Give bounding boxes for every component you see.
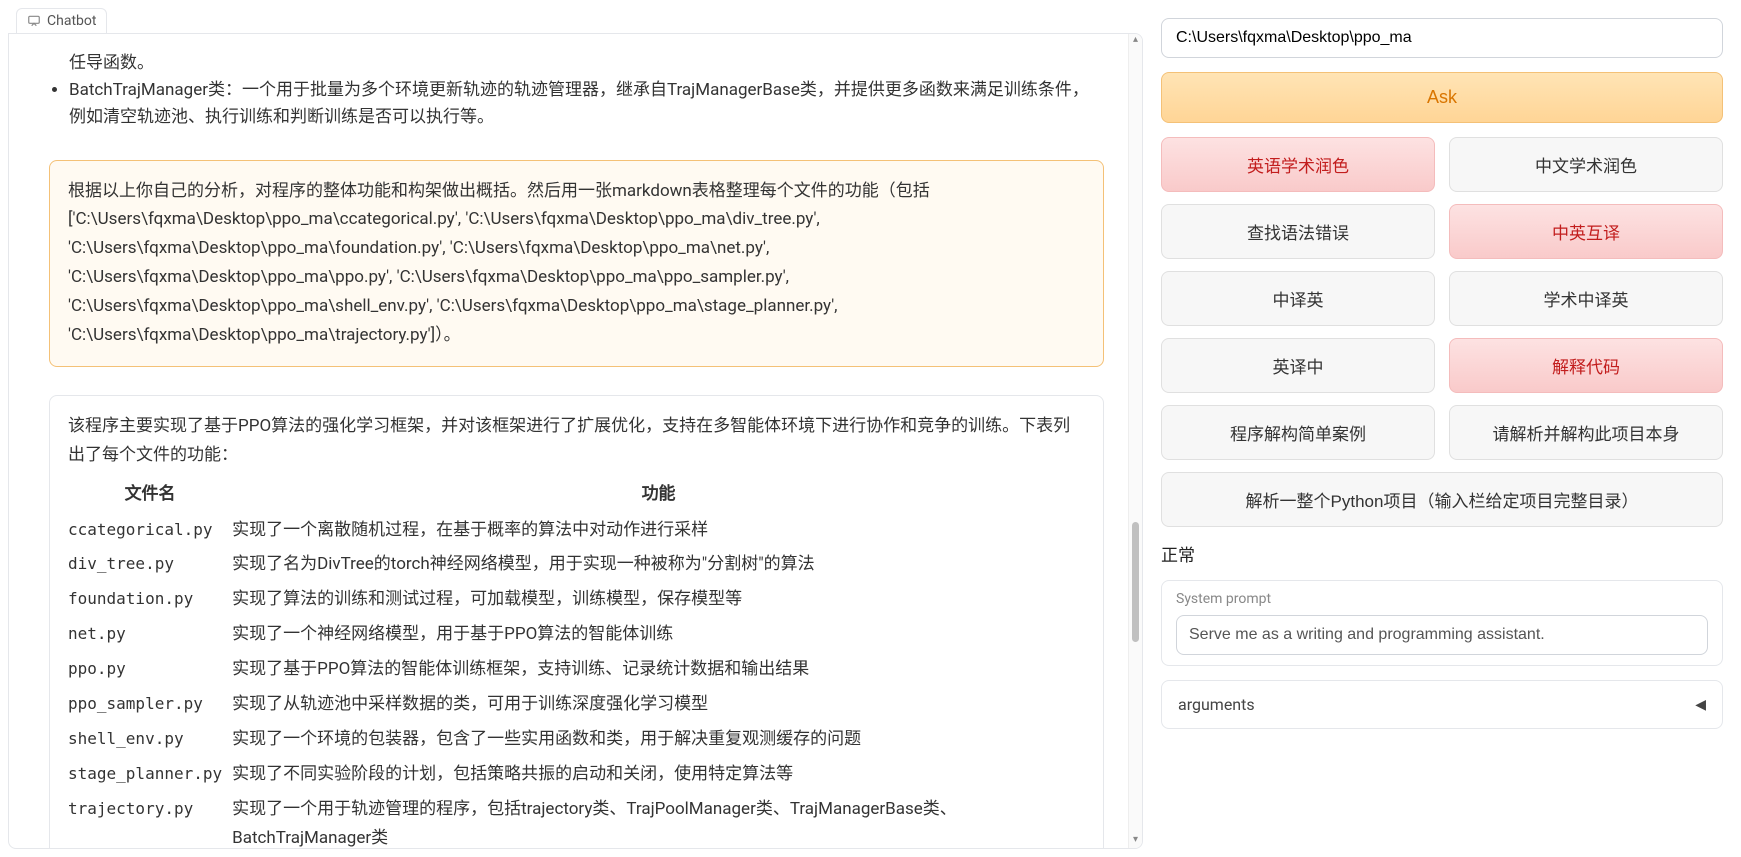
file-name-cell: ccategorical.py	[68, 513, 232, 548]
bullet-item: BatchTrajManager类：一个用于批量为多个环境更新轨迹的轨迹管理器，…	[69, 77, 1104, 131]
file-name-cell: net.py	[68, 617, 232, 652]
ask-button[interactable]: Ask	[1161, 72, 1723, 123]
scrollbar[interactable]: ▴ ▾	[1128, 34, 1142, 848]
file-desc-cell: 实现了从轨迹池中采样数据的类，可用于训练深度强化学习模型	[232, 687, 1085, 722]
system-prompt-input[interactable]	[1176, 615, 1708, 655]
file-desc-cell: 实现了一个神经网络模型，用于基于PPO算法的智能体训练	[232, 617, 1085, 652]
tab-chatbot[interactable]: Chatbot	[16, 8, 107, 34]
chat-container: 任导函数。 BatchTrajManager类：一个用于批量为多个环境更新轨迹的…	[8, 33, 1143, 849]
table-row: div_tree.py实现了名为DivTree的torch神经网络模型，用于实现…	[68, 547, 1085, 582]
arguments-label: arguments	[1178, 695, 1255, 714]
file-desc-cell: 实现了名为DivTree的torch神经网络模型，用于实现一种被称为"分割树"的…	[232, 547, 1085, 582]
parse-project-button[interactable]: 解析一整个Python项目（输入栏给定项目完整目录）	[1161, 472, 1723, 527]
right-pane: Ask 英语学术润色中文学术润色查找语法错误中英互译中译英学术中译英英译中解释代…	[1151, 0, 1741, 857]
file-name-cell: foundation.py	[68, 582, 232, 617]
file-desc-cell: 实现了不同实验阶段的计划，包括策略共振的启动和关闭，使用特定算法等	[232, 757, 1085, 792]
table-row: stage_planner.py实现了不同实验阶段的计划，包括策略共振的启动和关…	[68, 757, 1085, 792]
file-desc-cell: 实现了基于PPO算法的智能体训练框架，支持训练、记录统计数据和输出结果	[232, 652, 1085, 687]
table-row: trajectory.py实现了一个用于轨迹管理的程序，包括trajectory…	[68, 792, 1085, 848]
file-name-cell: div_tree.py	[68, 547, 232, 582]
arguments-toggle[interactable]: arguments ◀	[1161, 680, 1723, 729]
file-desc-cell: 实现了一个用于轨迹管理的程序，包括trajectory类、TrajPoolMan…	[232, 792, 1085, 848]
system-prompt-label: System prompt	[1176, 591, 1708, 607]
file-table: 文件名功能 ccategorical.py实现了一个离散随机过程，在基于概率的算…	[68, 476, 1085, 848]
path-input[interactable]	[1161, 18, 1723, 58]
user-message: 根据以上你自己的分析，对程序的整体功能和构架做出概括。然后用一张markdown…	[49, 160, 1104, 367]
function-button-0[interactable]: 英语学术润色	[1161, 137, 1435, 192]
function-button-8[interactable]: 程序解构简单案例	[1161, 405, 1435, 460]
tab-label: Chatbot	[47, 13, 96, 29]
chat-icon	[27, 14, 41, 28]
table-header: 功能	[232, 476, 1085, 513]
file-name-cell: shell_env.py	[68, 722, 232, 757]
function-button-6[interactable]: 英译中	[1161, 338, 1435, 393]
function-button-grid: 英语学术润色中文学术润色查找语法错误中英互译中译英学术中译英英译中解释代码程序解…	[1161, 137, 1723, 527]
function-button-2[interactable]: 查找语法错误	[1161, 204, 1435, 259]
table-header: 文件名	[68, 476, 232, 513]
file-desc-cell: 实现了一个离散随机过程，在基于概率的算法中对动作进行采样	[232, 513, 1085, 548]
cut-line: 任导函数。	[49, 50, 1104, 77]
scroll-thumb[interactable]	[1132, 522, 1139, 642]
system-prompt-block: System prompt	[1161, 580, 1723, 666]
table-row: ppo_sampler.py实现了从轨迹池中采样数据的类，可用于训练深度强化学习…	[68, 687, 1085, 722]
function-button-7[interactable]: 解释代码	[1449, 338, 1723, 393]
bullet-list: BatchTrajManager类：一个用于批量为多个环境更新轨迹的轨迹管理器，…	[49, 77, 1104, 131]
assistant-message: 该程序主要实现了基于PPO算法的强化学习框架，并对该框架进行了扩展优化，支持在多…	[49, 395, 1104, 848]
function-button-3[interactable]: 中英互译	[1449, 204, 1723, 259]
chat-scroll[interactable]: 任导函数。 BatchTrajManager类：一个用于批量为多个环境更新轨迹的…	[9, 34, 1128, 848]
table-row: net.py实现了一个神经网络模型，用于基于PPO算法的智能体训练	[68, 617, 1085, 652]
file-name-cell: ppo.py	[68, 652, 232, 687]
tab-bar: Chatbot	[8, 8, 1143, 34]
scroll-up-icon[interactable]: ▴	[1129, 34, 1142, 48]
table-row: foundation.py实现了算法的训练和测试过程，可加载模型，训练模型，保存…	[68, 582, 1085, 617]
function-button-9[interactable]: 请解析并解构此项目本身	[1449, 405, 1723, 460]
scroll-down-icon[interactable]: ▾	[1129, 834, 1142, 848]
file-desc-cell: 实现了一个环境的包装器，包含了一些实用函数和类，用于解决重复观测缓存的问题	[232, 722, 1085, 757]
function-button-4[interactable]: 中译英	[1161, 271, 1435, 326]
file-name-cell: stage_planner.py	[68, 757, 232, 792]
file-desc-cell: 实现了算法的训练和测试过程，可加载模型，训练模型，保存模型等	[232, 582, 1085, 617]
status-text: 正常	[1161, 541, 1723, 566]
table-row: shell_env.py实现了一个环境的包装器，包含了一些实用函数和类，用于解决…	[68, 722, 1085, 757]
collapse-left-icon: ◀	[1695, 697, 1706, 713]
left-pane: Chatbot 任导函数。 BatchTrajManager类：一个用于批量为多…	[0, 0, 1151, 857]
table-row: ccategorical.py实现了一个离散随机过程，在基于概率的算法中对动作进…	[68, 513, 1085, 548]
function-button-5[interactable]: 学术中译英	[1449, 271, 1723, 326]
file-name-cell: ppo_sampler.py	[68, 687, 232, 722]
assistant-partial: 任导函数。 BatchTrajManager类：一个用于批量为多个环境更新轨迹的…	[49, 50, 1104, 132]
table-row: ppo.py实现了基于PPO算法的智能体训练框架，支持训练、记录统计数据和输出结…	[68, 652, 1085, 687]
file-name-cell: trajectory.py	[68, 792, 232, 848]
assistant-intro: 该程序主要实现了基于PPO算法的强化学习框架，并对该框架进行了扩展优化，支持在多…	[68, 412, 1085, 470]
function-button-1[interactable]: 中文学术润色	[1449, 137, 1723, 192]
